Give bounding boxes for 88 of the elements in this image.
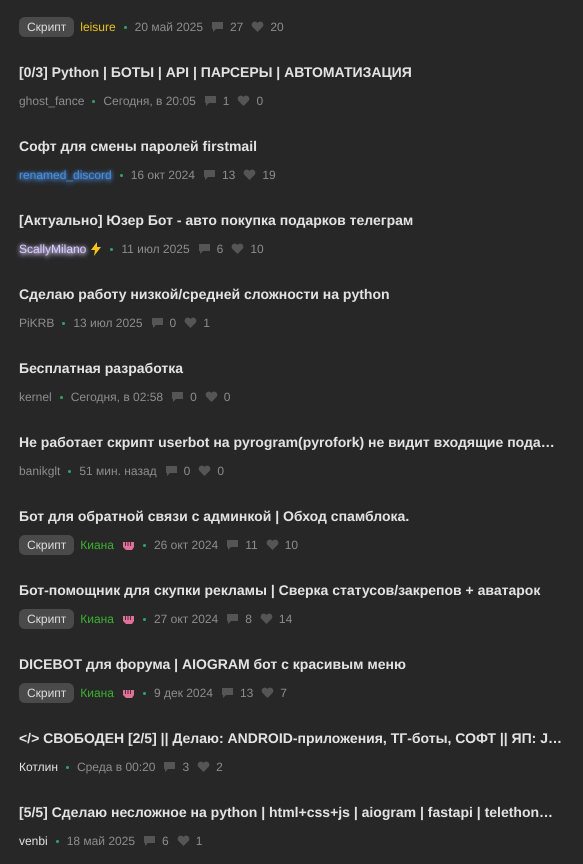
comment-icon: [164, 465, 178, 477]
like-count: 20: [270, 19, 284, 36]
thread-date: Среда в 00:20: [76, 759, 156, 776]
heart-icon: [231, 243, 244, 255]
thread-date: Сегодня, в 20:05: [103, 93, 196, 110]
like-count: 7: [280, 685, 287, 702]
reply-count: 27: [230, 19, 244, 36]
thread-date: 20 май 2025: [134, 19, 203, 36]
comment-icon: [220, 687, 234, 699]
comment-icon: [202, 169, 216, 181]
thread-date: 18 май 2025: [66, 833, 136, 850]
thread-title[interactable]: Не работает скрипт userbot на pyrogram(pyrofork) не видит входящие пода…: [19, 432, 583, 452]
like-count: 0: [224, 389, 230, 406]
comment-icon: [226, 539, 240, 551]
like-count: 14: [278, 611, 292, 628]
comment-icon: [163, 761, 176, 773]
thread-title[interactable]: DICEBOT для форума | AIOGRAM бот с красивым меню: [19, 654, 583, 674]
thread-date: 27 окт 2024: [154, 611, 218, 628]
author-link[interactable]: Киана: [80, 536, 114, 554]
like-count: 10: [284, 537, 298, 554]
heart-icon: [204, 391, 218, 403]
heart-icon: [237, 95, 250, 107]
heart-icon: [266, 539, 279, 551]
prefix-tag[interactable]: Скрипт: [19, 683, 74, 703]
reply-count: 3: [182, 759, 190, 776]
thread-title[interactable]: Софт для смены паролей firstmail: [19, 136, 583, 156]
reply-count: 6: [162, 833, 169, 850]
comment-icon: [171, 391, 184, 403]
reply-count: 1: [222, 93, 230, 110]
thread-title[interactable]: </> СВОБОДЕН [2/5] || Делаю: ANDROID-приложения, ТГ-боты, СОФТ || ЯП: J…: [19, 728, 583, 748]
author-link[interactable]: Котлин: [19, 758, 58, 776]
like-count: 1: [203, 315, 210, 332]
thread-date: 51 мин. назад: [79, 463, 157, 480]
comment-icon: [198, 243, 211, 255]
prefix-tag[interactable]: Скрипт: [19, 535, 74, 555]
comment-icon: [150, 317, 164, 329]
author-link[interactable]: leisure: [80, 18, 116, 36]
like-count: 0: [256, 93, 264, 110]
reply-count: 6: [216, 241, 224, 258]
heart-icon: [261, 687, 274, 699]
reply-count: 13: [222, 167, 236, 184]
thread-date: Сегодня, в 02:58: [70, 389, 164, 406]
heart-icon: [197, 761, 210, 773]
author-link[interactable]: renamed_discord: [19, 166, 112, 184]
thread-title[interactable]: [Актуально] Юзер Бот - авто покупка подарков телеграм: [19, 210, 583, 230]
heart-icon: [243, 169, 256, 181]
thread-title[interactable]: Бот для обратной связи с админкой | Обход спамблока.: [19, 506, 583, 526]
comment-icon: [143, 835, 156, 847]
author-link[interactable]: ScallyMilano: [19, 240, 86, 258]
thread-title[interactable]: Бесплатная разработка: [19, 358, 583, 378]
comment-icon: [226, 613, 240, 625]
thread-date: 26 окт 2024: [154, 537, 218, 554]
author-link[interactable]: Киана: [80, 684, 114, 702]
author-link[interactable]: kernel: [19, 388, 52, 406]
heart-icon: [260, 613, 273, 625]
thread-date: 11 июл 2025: [121, 241, 190, 258]
thread-date: 16 окт 2024: [130, 167, 195, 184]
like-count: 19: [262, 167, 276, 184]
author-link[interactable]: venbi: [19, 832, 48, 850]
thread-title[interactable]: Сделаю работу низкой/средней сложности на python: [19, 284, 583, 304]
reply-count: 0: [184, 463, 190, 480]
thread-date: 9 дек 2024: [154, 685, 213, 702]
comment-icon: [211, 21, 224, 33]
thread-title[interactable]: Бот-помощник для скупки рекламы | Сверка статусов/закрепов + аватарок: [19, 580, 583, 600]
like-count: 1: [196, 833, 202, 850]
thread-date: 13 июл 2025: [73, 315, 142, 332]
heart-icon: [198, 465, 212, 477]
reply-count: 13: [240, 685, 254, 702]
prefix-tag[interactable]: Скрипт: [19, 609, 74, 629]
like-count: 2: [216, 759, 223, 776]
reply-count: 0: [170, 315, 176, 332]
author-link[interactable]: PiKRB: [19, 314, 54, 332]
thread-title[interactable]: [5/5] Сделаю несложное на python | html+css+js | aiogram | fastapi | telethon…: [19, 802, 583, 822]
author-link[interactable]: ghost_fance: [19, 92, 84, 110]
thread-title[interactable]: [0/3] Python | БОТЫ | API | ПАРСЕРЫ | АВТОМАТИЗАЦИЯ: [19, 62, 583, 82]
author-link[interactable]: banikglt: [19, 462, 60, 480]
heart-icon: [251, 21, 264, 33]
reply-count: 11: [245, 537, 258, 554]
heart-icon: [176, 835, 190, 847]
like-count: 0: [217, 463, 224, 480]
prefix-tag[interactable]: Скрипт: [19, 17, 74, 37]
like-count: 10: [250, 241, 264, 258]
comment-icon: [204, 95, 217, 107]
reply-count: 0: [190, 389, 197, 406]
reply-count: 8: [245, 611, 252, 628]
author-link[interactable]: Киана: [80, 610, 114, 628]
heart-icon: [184, 317, 198, 329]
lightning-icon: [90, 242, 102, 256]
